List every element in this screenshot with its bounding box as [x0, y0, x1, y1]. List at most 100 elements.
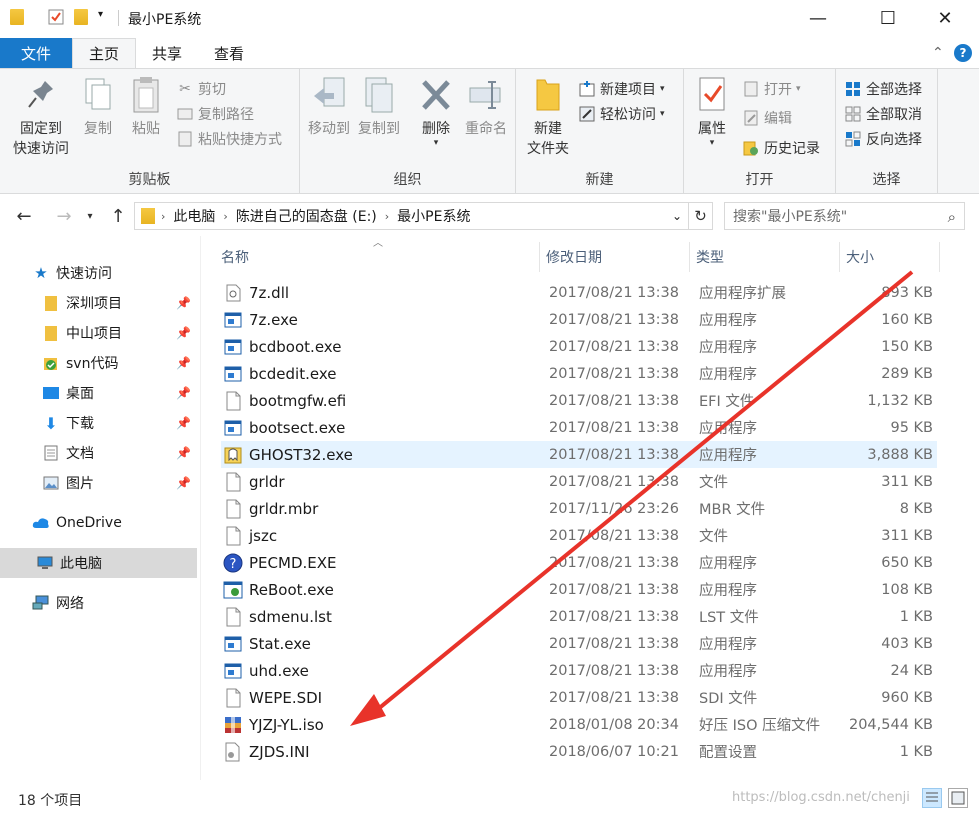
search-input[interactable]: 搜索"最小PE系统" ⌕: [724, 202, 965, 230]
tab-share[interactable]: 共享: [136, 38, 198, 68]
recent-locations-chevron-icon[interactable]: ▾: [80, 202, 100, 230]
customize-quick-access-icon[interactable]: ▾: [98, 9, 114, 25]
move-to-button[interactable]: 移动到: [306, 75, 352, 139]
large-icons-view-icon[interactable]: [948, 788, 968, 808]
breadcrumb-this-pc[interactable]: 此电脑: [173, 206, 215, 226]
breadcrumb-current-folder[interactable]: 最小PE系统: [397, 206, 470, 226]
invert-selection-button[interactable]: 反向选择: [844, 127, 922, 151]
folder-icon: [42, 295, 60, 311]
nav-quick-access[interactable]: ★ 快速访问: [0, 258, 197, 288]
delete-dropdown-icon[interactable]: ▾: [434, 139, 439, 148]
file-row[interactable]: WEPE.SDI 2017/08/21 13:38 SDI 文件 960 KB: [221, 684, 937, 711]
minimize-button[interactable]: —: [795, 0, 841, 36]
file-date: 2017/08/21 13:38: [549, 392, 679, 409]
file-name-cell: uhd.exe: [223, 657, 543, 684]
file-date: 2017/08/21 13:38: [549, 527, 679, 544]
copy-button[interactable]: 复制: [78, 75, 118, 139]
nav-onedrive[interactable]: OneDrive: [0, 508, 197, 538]
nav-item-zhongshan[interactable]: 中山项目 📌: [0, 318, 197, 348]
rename-button[interactable]: 重命名: [462, 75, 510, 139]
nav-item-svn[interactable]: svn代码 📌: [0, 348, 197, 378]
collapse-ribbon-icon[interactable]: ⌃: [932, 38, 944, 68]
file-row[interactable]: ? PECMD.EXE 2017/08/21 13:38 应用程序 650 KB: [221, 549, 937, 576]
open-button[interactable]: 打开 ▾: [742, 77, 801, 101]
file-row[interactable]: YJZJ-YL.iso 2018/01/08 20:34 好压 ISO 压缩文件 20…: [221, 711, 937, 738]
easy-access-button[interactable]: 轻松访问 ▾: [578, 102, 665, 126]
file-row[interactable]: ReBoot.exe 2017/08/21 13:38 应用程序 108 KB: [221, 576, 937, 603]
file-size: 289 KB: [881, 365, 933, 382]
file-row[interactable]: sdmenu.lst 2017/08/21 13:38 LST 文件 1 KB: [221, 603, 937, 630]
edit-button[interactable]: 编辑: [742, 106, 792, 130]
file-row[interactable]: Stat.exe 2017/08/21 13:38 应用程序 403 KB: [221, 630, 937, 657]
history-button[interactable]: 历史记录: [742, 136, 820, 160]
open-group-label: 打开: [745, 172, 774, 188]
file-row[interactable]: grldr.mbr 2017/11/26 23:26 MBR 文件 8 KB: [221, 495, 937, 522]
address-dropdown-chevron-icon[interactable]: ⌄: [672, 209, 682, 223]
star-icon: ★: [34, 264, 48, 282]
nav-item-shenzhen[interactable]: 深圳项目 📌: [0, 288, 197, 318]
file-row[interactable]: 7z.exe 2017/08/21 13:38 应用程序 160 KB: [221, 306, 937, 333]
file-row[interactable]: bootmgfw.efi 2017/08/21 13:38 EFI 文件 1,132 …: [221, 387, 937, 414]
properties-dropdown-icon[interactable]: ▾: [710, 139, 715, 148]
invert-selection-label: 反向选择: [866, 132, 922, 148]
column-header-type[interactable]: 类型: [690, 242, 840, 272]
file-row[interactable]: jszc 2017/08/21 13:38 文件 311 KB: [221, 522, 937, 549]
paste-shortcut-button[interactable]: 粘贴快捷方式: [176, 127, 282, 151]
select-none-button[interactable]: 全部取消: [844, 102, 922, 126]
refresh-icon[interactable]: ↻: [689, 202, 713, 230]
delete-button[interactable]: 删除 ▾: [418, 75, 454, 148]
forward-arrow-icon[interactable]: →: [50, 202, 78, 230]
copy-to-button[interactable]: 复制到: [356, 75, 402, 139]
file-date: 2017/08/21 13:38: [549, 689, 679, 706]
nav-item-desktop[interactable]: 桌面 📌: [0, 378, 197, 408]
details-view-icon[interactable]: [922, 788, 942, 808]
close-button[interactable]: ✕: [922, 0, 968, 36]
maximize-button[interactable]: ☐: [865, 0, 911, 36]
file-row[interactable]: bcdedit.exe 2017/08/21 13:38 应用程序 289 KB: [221, 360, 937, 387]
file-row[interactable]: grldr 2017/08/21 13:38 文件 311 KB: [221, 468, 937, 495]
file-row[interactable]: GHOST32.exe 2017/08/21 13:38 应用程序 3,888 KB: [221, 441, 937, 468]
new-folder-quick-icon[interactable]: [74, 9, 90, 25]
nav-this-pc[interactable]: 此电脑: [0, 548, 197, 578]
file-row[interactable]: 7z.dll 2017/08/21 13:38 应用程序扩展 893 KB: [221, 279, 937, 306]
address-bar[interactable]: › 此电脑 › 陈进自己的固态盘 (E:) › 最小PE系统 ⌄: [134, 202, 689, 230]
column-header-date[interactable]: 修改日期: [540, 242, 690, 272]
nav-item-pictures[interactable]: 图片 📌: [0, 468, 197, 498]
file-type: 应用程序: [699, 556, 757, 572]
tab-file[interactable]: 文件: [0, 38, 72, 68]
file-row[interactable]: uhd.exe 2017/08/21 13:38 应用程序 24 KB: [221, 657, 937, 684]
breadcrumb-drive[interactable]: 陈进自己的固态盘 (E:): [236, 206, 377, 226]
pin-to-quick-access-button[interactable]: 固定到 快速访问: [8, 75, 74, 159]
back-arrow-icon[interactable]: ←: [10, 202, 38, 230]
pin-icon: 📌: [176, 476, 191, 490]
nav-item-downloads[interactable]: ⬇ 下载 📌: [0, 408, 197, 438]
status-bar: 18 个项目 https://blog.csdn.net/chenji: [0, 784, 979, 814]
nav-item-documents[interactable]: 文档 📌: [0, 438, 197, 468]
paste-button[interactable]: 粘贴: [126, 75, 166, 139]
file-type: SDI 文件: [699, 691, 758, 707]
tab-home[interactable]: 主页: [72, 38, 137, 68]
select-all-button[interactable]: 全部选择: [844, 77, 922, 101]
file-row[interactable]: bootsect.exe 2017/08/21 13:38 应用程序 95 KB: [221, 414, 937, 441]
properties-button[interactable]: 属性 ▾: [692, 75, 732, 148]
new-folder-button[interactable]: 新建 文件夹: [522, 75, 574, 159]
new-item-button[interactable]: 新建项目 ▾: [578, 77, 665, 101]
cut-button[interactable]: ✂ 剪切: [176, 77, 226, 101]
copy-path-button[interactable]: 复制路径: [176, 102, 254, 126]
pin-icon: 📌: [176, 326, 191, 340]
properties-quick-icon[interactable]: [48, 9, 64, 25]
pane-divider[interactable]: [200, 236, 201, 780]
column-header-name[interactable]: 名称: [215, 242, 540, 272]
easy-access-label: 轻松访问: [600, 107, 656, 123]
tab-view[interactable]: 查看: [198, 38, 260, 68]
column-size-label: 大小: [846, 250, 874, 266]
up-arrow-icon[interactable]: ↑: [104, 202, 132, 230]
nav-item-label: 下载: [66, 416, 94, 432]
help-button[interactable]: ?: [954, 38, 972, 68]
column-header-size[interactable]: 大小: [840, 242, 940, 272]
file-row[interactable]: ZJDS.INI 2018/06/07 10:21 配置设置 1 KB: [221, 738, 937, 765]
nav-network[interactable]: 网络: [0, 588, 197, 618]
address-folder-icon: [141, 208, 155, 224]
file-row[interactable]: bcdboot.exe 2017/08/21 13:38 应用程序 150 KB: [221, 333, 937, 360]
move-to-label: 移动到: [308, 121, 350, 137]
